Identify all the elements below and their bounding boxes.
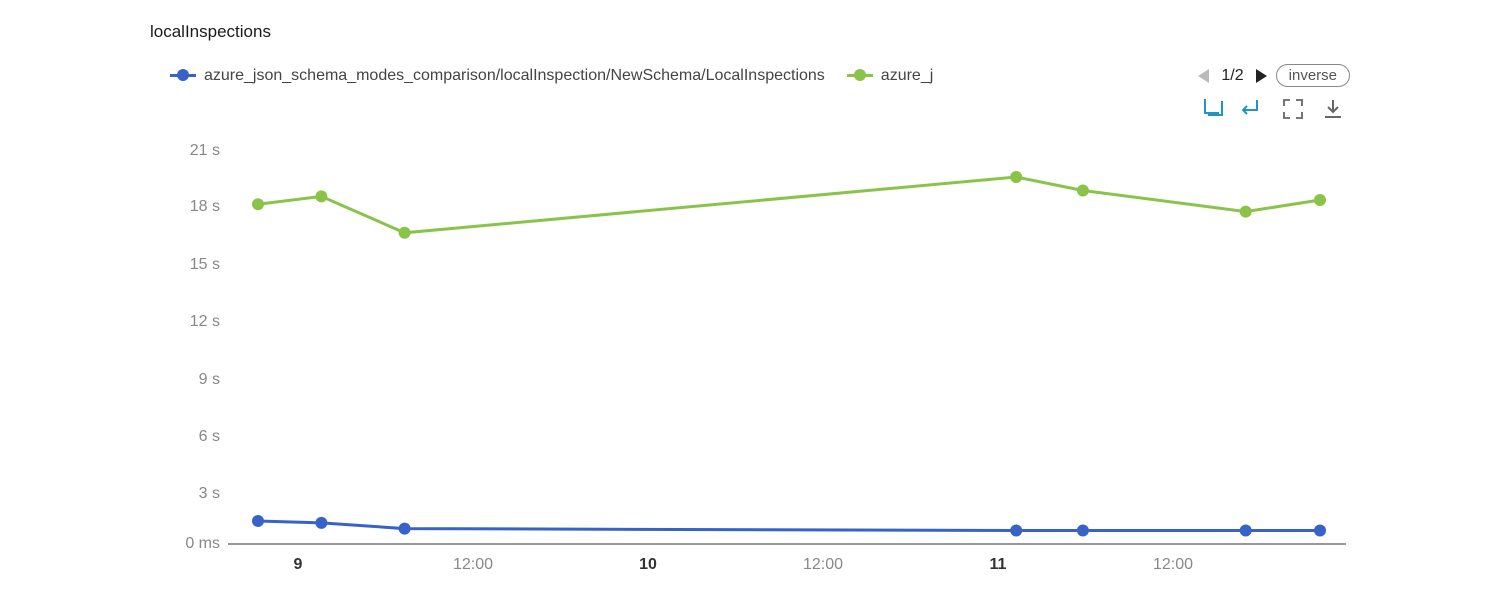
x-tick: 11: [990, 556, 1007, 574]
series-blue-line: [258, 521, 1320, 531]
legend-label: azure_j: [881, 67, 933, 85]
chart-svg: [228, 140, 1346, 560]
chevron-right-icon[interactable]: [1254, 68, 1268, 84]
y-tick: 6 s: [172, 428, 220, 446]
circle-icon: [170, 74, 196, 77]
series-green-points: [252, 171, 1326, 239]
x-tick: 12:00: [1153, 556, 1193, 574]
x-tick: 9: [294, 556, 303, 574]
y-tick: 12 s: [172, 313, 220, 331]
legend-item-green[interactable]: azure_j: [847, 67, 933, 85]
legend: azure_json_schema_modes_comparison/local…: [170, 64, 1350, 87]
undo-icon[interactable]: [1242, 98, 1264, 120]
y-tick: 3 s: [172, 485, 220, 503]
y-tick: 18 s: [172, 198, 220, 216]
chart-plot-area: [228, 140, 1346, 550]
legend-label: azure_json_schema_modes_comparison/local…: [204, 67, 825, 85]
chevron-left-icon[interactable]: [1197, 68, 1211, 84]
expand-icon[interactable]: [1282, 98, 1304, 120]
x-tick: 12:00: [453, 556, 493, 574]
y-tick: 0 ms: [172, 535, 220, 553]
inverse-button[interactable]: inverse: [1276, 64, 1350, 87]
x-tick: 12:00: [803, 556, 843, 574]
crop-icon[interactable]: [1202, 98, 1224, 120]
chart-title: localInspections: [150, 22, 271, 42]
circle-icon: [847, 74, 873, 77]
download-icon[interactable]: [1322, 98, 1344, 120]
series-blue-points: [252, 515, 1326, 537]
legend-item-blue[interactable]: azure_json_schema_modes_comparison/local…: [170, 67, 825, 85]
chart-toolbar: [1202, 98, 1344, 120]
y-tick: 9 s: [172, 371, 220, 389]
x-tick: 10: [639, 556, 657, 574]
series-green-line: [258, 177, 1320, 233]
y-tick: 21 s: [172, 142, 220, 160]
pager-text: 1/2: [1219, 67, 1245, 85]
y-tick: 15 s: [172, 256, 220, 274]
legend-pager: 1/2 inverse: [1197, 64, 1350, 87]
